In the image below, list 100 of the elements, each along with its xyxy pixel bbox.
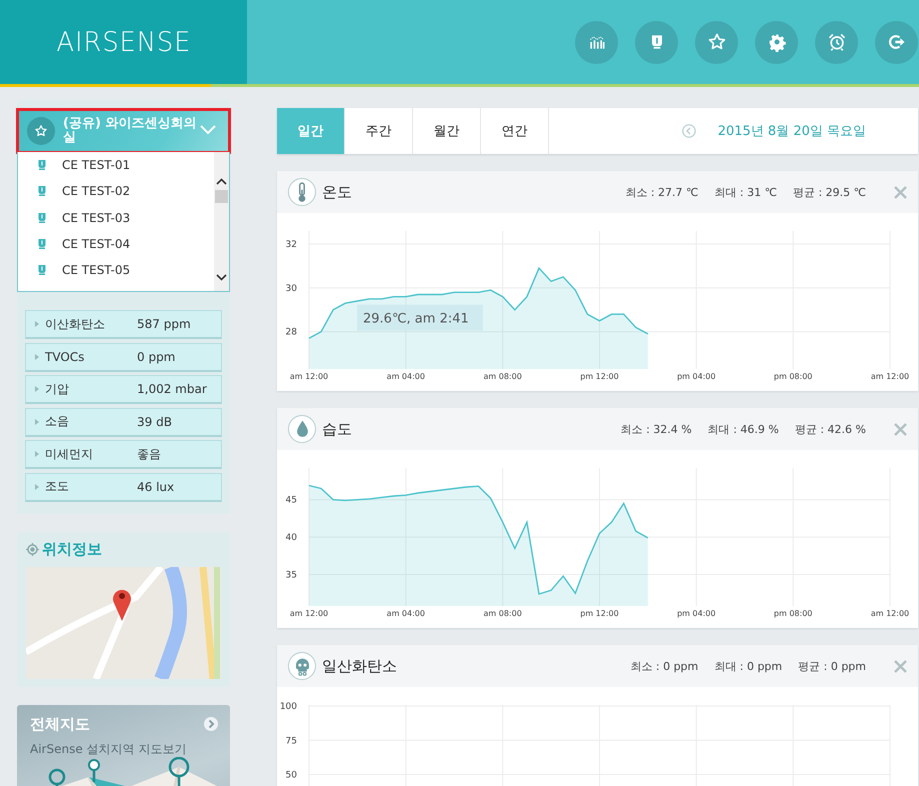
data-tooltip: 29.6℃, am 2:41 — [357, 304, 483, 331]
x-axis-label: am 08:00 — [484, 609, 522, 618]
sensor-row[interactable]: TVOCs 0 ppm — [25, 342, 222, 372]
stat-text: 평균 : 29.5 ℃ — [792, 184, 866, 200]
x-axis-label: am 04:00 — [386, 372, 425, 381]
x-axis-label: am 12:00 — [870, 372, 910, 381]
caret-icon — [35, 451, 39, 457]
chevron-down-icon — [200, 125, 216, 135]
sensor-value: 0 ppm — [137, 350, 176, 364]
scrollbar[interactable] — [214, 152, 229, 291]
x-axis-label: pm 08:00 — [774, 609, 812, 618]
close-icon[interactable] — [894, 186, 907, 198]
device-list-item[interactable]: CE TEST-01 — [18, 152, 206, 178]
y-axis-label: 30 — [286, 284, 297, 294]
y-axis-label: 32 — [286, 240, 297, 250]
chevron-right-icon[interactable] — [204, 717, 218, 731]
alarm-clock-icon — [826, 32, 846, 52]
sensor-value: 좋음 — [137, 446, 161, 462]
x-axis-label: am 12:00 — [290, 609, 328, 618]
y-axis-label: 50 — [286, 770, 297, 780]
logout-button[interactable] — [875, 20, 918, 64]
stat-text: 최소 : 32.4 % — [620, 422, 692, 436]
scrollbar-thumb[interactable] — [215, 190, 228, 203]
annotation: 29.6℃, am 2:41 — [363, 312, 469, 327]
sensor-name: 조도 — [45, 478, 70, 495]
caret-icon — [35, 484, 39, 490]
sensor-row[interactable]: 소음 39 dB — [25, 408, 222, 436]
sensor-row[interactable]: 이산화탄소 587 ppm — [25, 310, 222, 339]
sensor-name: 미세먼지 — [45, 446, 94, 462]
sensor-name: 이산화탄소 — [45, 316, 106, 332]
location-target-icon — [26, 543, 39, 556]
logout-icon — [886, 32, 906, 52]
sensor-name: 소음 — [45, 413, 70, 430]
panel-title: 습도 — [322, 420, 353, 438]
alarm-clock-button[interactable] — [815, 20, 858, 64]
sensor-name: 기압 — [45, 380, 70, 398]
y-axis-label: 40 — [286, 533, 297, 544]
caret-icon — [35, 354, 39, 360]
device-list-item[interactable]: CE TEST-04 — [18, 230, 206, 258]
panel-title: 온도 — [322, 182, 353, 202]
stat-text: 최대 : 0 ppm — [714, 658, 782, 674]
device-name: (공유) 와이즈센싱회의실 — [63, 117, 198, 145]
settings-icon — [766, 32, 786, 52]
caret-icon — [35, 321, 39, 327]
y-axis-label: 28 — [286, 328, 297, 338]
period-tab[interactable]: 주간 — [345, 108, 413, 154]
x-axis-label: pm 04:00 — [677, 372, 716, 381]
stat-text: 최소 : 0 ppm — [630, 658, 698, 674]
sensor-device-icon — [36, 263, 48, 278]
stat-text: 최대 : 46.9 % — [708, 422, 779, 436]
sensor-name: TVOCs — [45, 350, 86, 364]
stat-text: 평균 : 42.6 % — [794, 422, 866, 436]
sensor-device-icon — [36, 210, 48, 225]
y-axis-label: 75 — [286, 736, 297, 746]
device-list-item[interactable]: CE TEST-03 — [18, 204, 206, 231]
bar-chart-button[interactable] — [575, 20, 618, 64]
close-icon[interactable] — [894, 660, 907, 672]
previous-day-icon[interactable] — [682, 124, 696, 138]
stat-text: 평균 : 0 ppm — [798, 658, 866, 674]
y-axis-label: 35 — [286, 570, 297, 581]
date-label: 2015년 8월 20일 목요일 — [718, 123, 866, 140]
sensor-device-icon — [36, 184, 48, 198]
x-axis-label: am 12:00 — [290, 372, 328, 381]
panel-title: 일산화탄소 — [322, 656, 398, 676]
water-drop-icon — [296, 420, 308, 438]
close-icon[interactable] — [894, 422, 907, 436]
sensor-value: 46 lux — [137, 480, 174, 494]
sensor-value: 39 dB — [137, 414, 172, 428]
period-tab[interactable]: 연간 — [481, 108, 549, 154]
star-icon — [706, 32, 726, 52]
full-map-subtitle: AirSense 설치지역 지도보기 — [30, 741, 188, 758]
x-axis-label: pm 04:00 — [677, 609, 716, 618]
x-axis-label: am 04:00 — [386, 609, 425, 618]
sensor-device-button[interactable] — [635, 20, 678, 64]
stat-text: 최대 : 31 ℃ — [714, 184, 777, 200]
sensor-value: 1,002 mbar — [137, 382, 207, 396]
device-list-item[interactable]: CE TEST-05 — [18, 257, 206, 284]
x-axis-label: am 08:00 — [484, 372, 522, 381]
stat-text: 최소 : 27.7 ℃ — [625, 184, 698, 200]
settings-button[interactable] — [755, 20, 798, 64]
logo: AIRSENSE — [56, 26, 191, 58]
x-axis-label: pm 12:00 — [580, 609, 619, 618]
sensor-row[interactable]: 기압 1,002 mbar — [25, 375, 222, 404]
device-list-item[interactable]: CE TEST-02 — [18, 178, 206, 205]
full-map-title: 전체지도 — [30, 715, 90, 734]
caret-icon — [35, 386, 39, 392]
sensor-value: 587 ppm — [137, 317, 191, 331]
sensor-row[interactable]: 조도 46 lux — [25, 472, 222, 502]
thermometer-icon — [298, 182, 306, 202]
y-axis-label: 100 — [280, 702, 297, 712]
period-tab[interactable]: 월간 — [413, 108, 481, 154]
sensor-device-icon — [36, 237, 48, 252]
x-axis-label: pm 12:00 — [580, 372, 619, 381]
sensor-row[interactable]: 미세먼지 좋음 — [25, 440, 222, 469]
star-button[interactable] — [695, 20, 738, 64]
star-icon — [34, 124, 48, 138]
caret-icon — [35, 418, 39, 424]
skull-icon — [296, 656, 308, 676]
scroll-down-icon[interactable] — [216, 273, 227, 281]
scroll-up-icon[interactable] — [216, 178, 227, 186]
